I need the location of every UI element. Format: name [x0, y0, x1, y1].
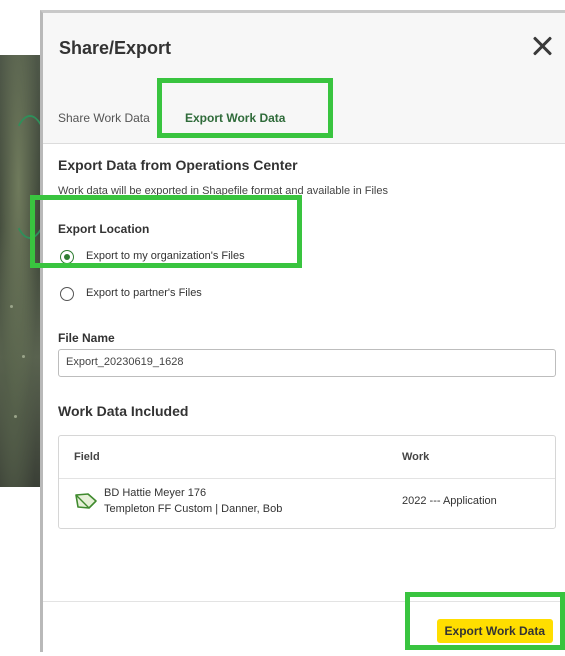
export-section-title: Export Data from Operations Center	[58, 157, 298, 173]
tab-export-work-data[interactable]: Export Work Data	[185, 111, 285, 125]
file-name-label: File Name	[58, 331, 115, 345]
export-section-description: Work data will be exported in Shapefile …	[58, 185, 388, 197]
radio-unselected-icon	[60, 287, 74, 301]
column-header-field: Field	[74, 451, 100, 463]
map-dot	[22, 355, 25, 358]
table-row: BD Hattie Meyer 176 Templeton FF Custom …	[59, 478, 555, 530]
map-dot	[10, 305, 13, 308]
radio-label: Export to partner's Files	[86, 287, 202, 299]
share-export-modal: Share/Export Share Work Data Export Work…	[40, 10, 565, 656]
field-client-farm: Templeton FF Custom | Danner, Bob	[104, 503, 283, 515]
map-dot	[14, 415, 17, 418]
radio-label: Export to my organization's Files	[86, 250, 245, 262]
modal-title: Share/Export	[59, 38, 172, 58]
close-icon[interactable]	[529, 33, 555, 59]
file-name-input[interactable]: Export_20230619_1628	[58, 349, 556, 377]
field-boundary-icon	[75, 493, 97, 509]
export-location-label: Export Location	[58, 222, 150, 236]
work-data-table: Field Work BD Hattie Meyer 176 Templeton…	[58, 435, 556, 529]
tab-bar: Share Work Data Export Work Data	[43, 81, 565, 144]
column-header-work: Work	[402, 451, 430, 463]
modal-footer: Export Work Data	[43, 601, 565, 656]
field-name: BD Hattie Meyer 176	[104, 487, 207, 499]
table-header: Field Work	[59, 436, 555, 479]
modal-header: Share/Export	[43, 13, 565, 82]
radio-selected-icon	[60, 250, 74, 264]
work-data-title: Work Data Included	[58, 403, 189, 419]
tab-share-work-data[interactable]: Share Work Data	[58, 111, 150, 125]
active-tab-indicator	[173, 135, 303, 138]
work-cell: 2022 --- Application	[402, 495, 497, 507]
export-work-data-button[interactable]: Export Work Data	[436, 619, 553, 643]
